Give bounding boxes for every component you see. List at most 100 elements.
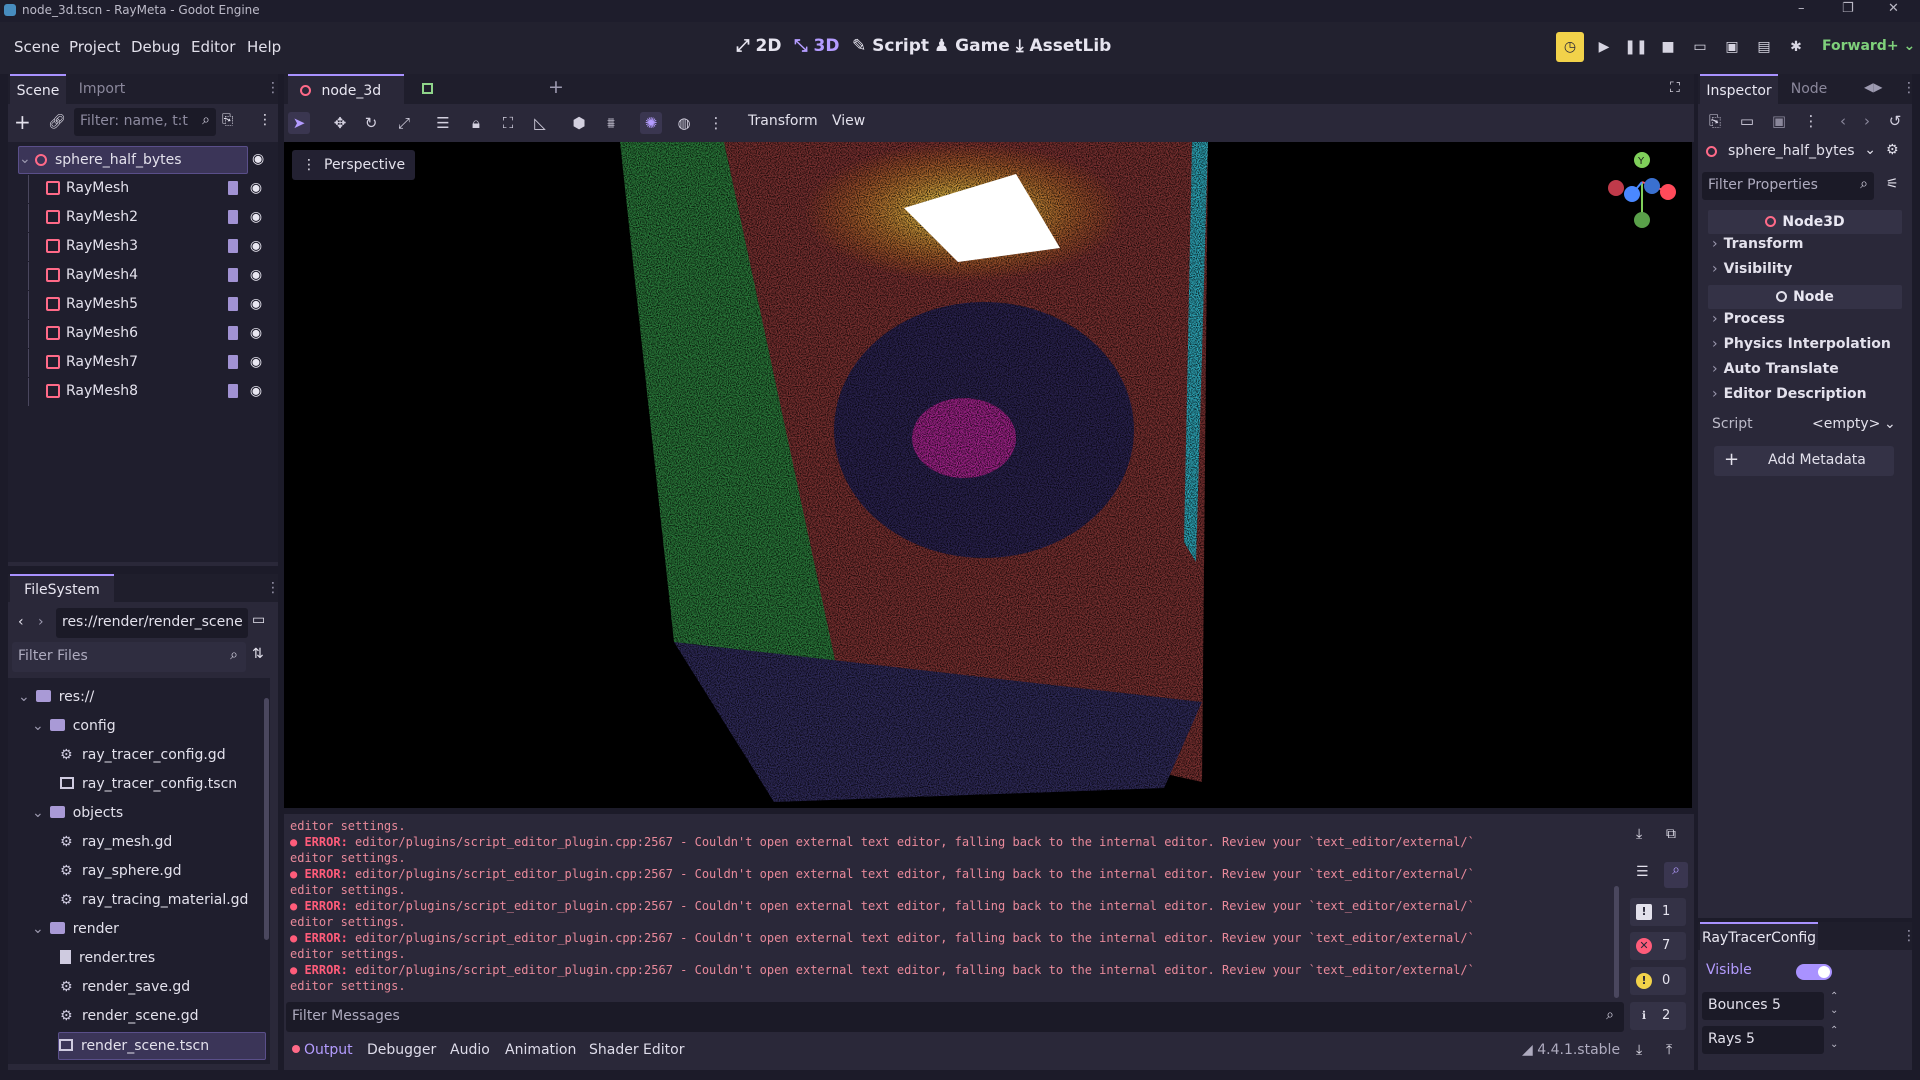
save-resource-icon[interactable]: ▣: [1768, 110, 1790, 132]
history-forward-icon[interactable]: ›: [1856, 110, 1878, 132]
snap-icon[interactable]: ⩩: [600, 112, 622, 134]
dock-menu-icon[interactable]: ⋮: [1902, 80, 1916, 96]
script-attached-icon[interactable]: [228, 355, 238, 369]
scale-tool-icon[interactable]: ⤢: [393, 112, 415, 134]
file-tree-item[interactable]: ⌄ objects: [32, 800, 123, 828]
menu-debug[interactable]: Debug: [131, 38, 180, 56]
select-tool-icon[interactable]: ➤: [288, 112, 310, 134]
distraction-free-icon[interactable]: ⛶: [1670, 80, 1680, 96]
file-tree-item[interactable]: ⚙ ray_mesh.gd: [60, 829, 172, 857]
filter-messages-input[interactable]: Filter Messages ⌕: [286, 1002, 1624, 1032]
bounces-spinbox[interactable]: Bounces 5: [1702, 992, 1824, 1020]
split-view-icon[interactable]: ▭: [252, 612, 265, 628]
menu-view[interactable]: View: [832, 113, 865, 129]
maximize-button[interactable]: ❐: [1842, 1, 1854, 16]
sun-preview-icon[interactable]: ✺: [640, 112, 662, 134]
section-transform[interactable]: › Transform: [1708, 236, 1902, 260]
lock-icon[interactable]: 🔒︎: [465, 112, 487, 134]
dock-menu-icon[interactable]: ⋮: [266, 580, 280, 596]
viewport-more-icon[interactable]: ⋮: [705, 112, 727, 134]
rays-spinbox[interactable]: Rays 5: [1702, 1026, 1824, 1054]
tab-render-scene[interactable]: render_scene: [414, 74, 534, 127]
file-tree-item[interactable]: render_scene.tscn: [58, 1032, 266, 1060]
tree-item[interactable]: RayMesh7 ◉: [10, 349, 272, 377]
pin-panel-icon[interactable]: ⤓: [1636, 1042, 1642, 1058]
tree-root-item[interactable]: ⌄ sphere_half_bytes: [18, 146, 248, 174]
messages-count[interactable]: ! 1: [1630, 898, 1686, 926]
tab-raytracer-config[interactable]: RayTracerConfig: [1700, 922, 1818, 950]
tab-inspector[interactable]: Inspector: [1700, 74, 1778, 104]
script-attached-icon[interactable]: [228, 181, 238, 195]
visibility-eye-icon[interactable]: ◉: [248, 239, 264, 253]
tab-node-3d[interactable]: node_3d ✕: [288, 74, 404, 129]
visibility-eye-icon[interactable]: ◉: [248, 297, 264, 311]
panel-arrows-icon[interactable]: ◀▶: [1864, 80, 1882, 94]
close-window-button[interactable]: ✕: [1888, 1, 1899, 16]
script-attached-icon[interactable]: [228, 268, 238, 282]
visibility-eye-icon[interactable]: ◉: [248, 384, 264, 398]
script-value[interactable]: <empty>: [1812, 416, 1880, 432]
tab-import[interactable]: Import: [72, 74, 132, 104]
tree-item[interactable]: RayMesh3 ◉: [10, 233, 272, 261]
workspace-2d[interactable]: ⤢ 2D: [736, 36, 781, 56]
add-metadata-button[interactable]: + Add Metadata: [1714, 446, 1894, 476]
chevron-down-icon[interactable]: ⌄: [1884, 416, 1896, 432]
sort-icon[interactable]: ⇅: [252, 646, 264, 662]
workspace-3d[interactable]: ⤡ 3D: [794, 36, 839, 56]
tab-scene[interactable]: Scene: [10, 74, 66, 104]
visibility-eye-icon[interactable]: ◉: [248, 355, 264, 369]
tab-shader-editor[interactable]: Shader Editor: [589, 1042, 684, 1058]
file-tree-item[interactable]: ⚙ ray_tracer_config.gd: [60, 742, 226, 770]
script-attached-icon[interactable]: [228, 210, 238, 224]
tab-node[interactable]: Node: [1784, 74, 1834, 104]
file-tree-scrollbar[interactable]: [264, 698, 269, 940]
spin-arrows-icon[interactable]: ⌃ ⌄: [1830, 990, 1838, 1018]
object-script-icon[interactable]: ⚙: [1886, 142, 1899, 158]
new-resource-icon[interactable]: ⎘: [1704, 110, 1726, 132]
menu-help[interactable]: Help: [247, 38, 281, 56]
workspace-game[interactable]: ♟ Game: [934, 36, 1010, 56]
tree-item[interactable]: RayMesh ◉: [10, 175, 272, 203]
copy-output-icon[interactable]: ⧉: [1666, 826, 1676, 842]
inspector-more-icon[interactable]: ⋮: [1800, 110, 1822, 132]
visibility-eye-icon[interactable]: ◉: [248, 268, 264, 282]
back-icon[interactable]: ‹: [18, 614, 24, 630]
expand-panel-icon[interactable]: ⤒: [1666, 1042, 1672, 1058]
workspace-assetlib[interactable]: ⤓ AssetLib: [1016, 36, 1111, 56]
attach-script-icon[interactable]: ⎘: [222, 112, 233, 128]
section-process[interactable]: › Process: [1708, 311, 1902, 335]
output-scrollbar[interactable]: [1614, 886, 1619, 998]
visibility-eye-icon[interactable]: ◉: [252, 151, 264, 167]
move-tool-icon[interactable]: ✥: [329, 112, 351, 134]
ruler-icon[interactable]: ◺: [529, 112, 551, 134]
spin-arrows-icon[interactable]: ⌃ ⌄: [1830, 1024, 1838, 1052]
3d-viewport[interactable]: Y ⋮ Perspective: [284, 142, 1692, 808]
history-icon[interactable]: ↺: [1884, 110, 1906, 132]
stop-button[interactable]: ■: [1654, 32, 1682, 62]
play-scene-button[interactable]: ▣: [1718, 32, 1746, 62]
visibility-eye-icon[interactable]: ◉: [248, 210, 264, 224]
tree-item[interactable]: RayMesh6 ◉: [10, 320, 272, 348]
pause-button[interactable]: ❚❚: [1622, 32, 1650, 62]
file-tree-item[interactable]: ⌄ res://: [18, 684, 94, 712]
dock-menu-icon[interactable]: ⋮: [1902, 928, 1916, 944]
tree-item[interactable]: RayMesh4 ◉: [10, 262, 272, 290]
workspace-script[interactable]: ✎ Script: [852, 36, 929, 56]
section-auto-translate[interactable]: › Auto Translate: [1708, 361, 1902, 385]
filter-files-input[interactable]: Filter Files ⌕: [12, 642, 246, 672]
path-field[interactable]: res://render/render_scene: [56, 608, 248, 638]
menu-transform[interactable]: Transform: [748, 113, 818, 129]
object-selector[interactable]: sphere_half_bytes ⌄: [1702, 138, 1882, 166]
script-attached-icon[interactable]: [228, 326, 238, 340]
orientation-gizmo[interactable]: Y: [1608, 152, 1676, 228]
section-visibility[interactable]: › Visibility: [1708, 261, 1902, 285]
tab-filesystem[interactable]: FileSystem: [10, 574, 114, 602]
search-toggle-icon[interactable]: ⌕: [1664, 862, 1688, 888]
scene-filter-input[interactable]: Filter: name, t:t ⌕: [74, 108, 216, 136]
list-select-icon[interactable]: ☰: [432, 112, 454, 134]
renderer-select[interactable]: Forward+ ⌄: [1822, 38, 1915, 54]
local-space-icon[interactable]: ⬢: [568, 112, 590, 134]
perspective-menu[interactable]: ⋮ Perspective: [292, 150, 416, 180]
debug-options-button[interactable]: ✱: [1782, 32, 1810, 62]
play-custom-scene-button[interactable]: ▤: [1750, 32, 1778, 62]
